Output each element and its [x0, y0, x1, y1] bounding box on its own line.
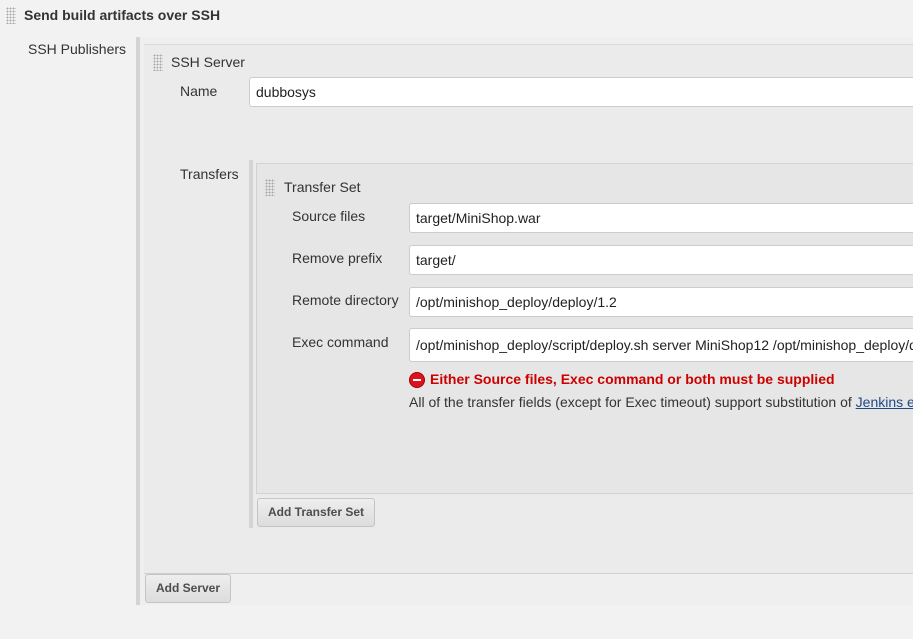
- error-icon: [409, 372, 425, 388]
- exec-command-textarea[interactable]: /opt/minishop_deploy/script/deploy.sh se…: [409, 328, 913, 362]
- name-field[interactable]: dubbosys: [249, 77, 913, 107]
- jenkins-env-link[interactable]: Jenkins e: [856, 394, 913, 410]
- source-files-label: Source files: [292, 208, 366, 224]
- source-files-field[interactable]: target/MiniShop.war: [409, 203, 913, 233]
- error-message: Either Source files, Exec command or bot…: [430, 371, 835, 387]
- name-label: Name: [180, 83, 218, 99]
- help-text-body: All of the transfer fields (except for E…: [409, 394, 856, 410]
- transfer-set-title: Transfer Set: [284, 179, 361, 195]
- transfers-label: Transfers: [180, 166, 239, 182]
- remote-directory-field[interactable]: /opt/minishop_deploy/deploy/1.2: [409, 287, 913, 317]
- remote-directory-label: Remote directory: [292, 292, 399, 308]
- remove-prefix-field[interactable]: target/: [409, 245, 913, 275]
- drag-handle-icon[interactable]: [6, 7, 16, 24]
- ssh-server-title: SSH Server: [171, 54, 245, 70]
- ssh-publishers-label: SSH Publishers: [28, 41, 127, 57]
- help-text: All of the transfer fields (except for E…: [409, 394, 913, 410]
- drag-handle-icon[interactable]: [153, 54, 163, 71]
- section-title: Send build artifacts over SSH: [24, 7, 221, 23]
- drag-handle-icon[interactable]: [265, 179, 275, 196]
- add-server-button[interactable]: Add Server: [145, 574, 232, 603]
- exec-command-label: Exec command: [292, 334, 389, 350]
- remove-prefix-label: Remove prefix: [292, 250, 383, 266]
- add-transfer-set-button[interactable]: Add Transfer Set: [257, 498, 376, 527]
